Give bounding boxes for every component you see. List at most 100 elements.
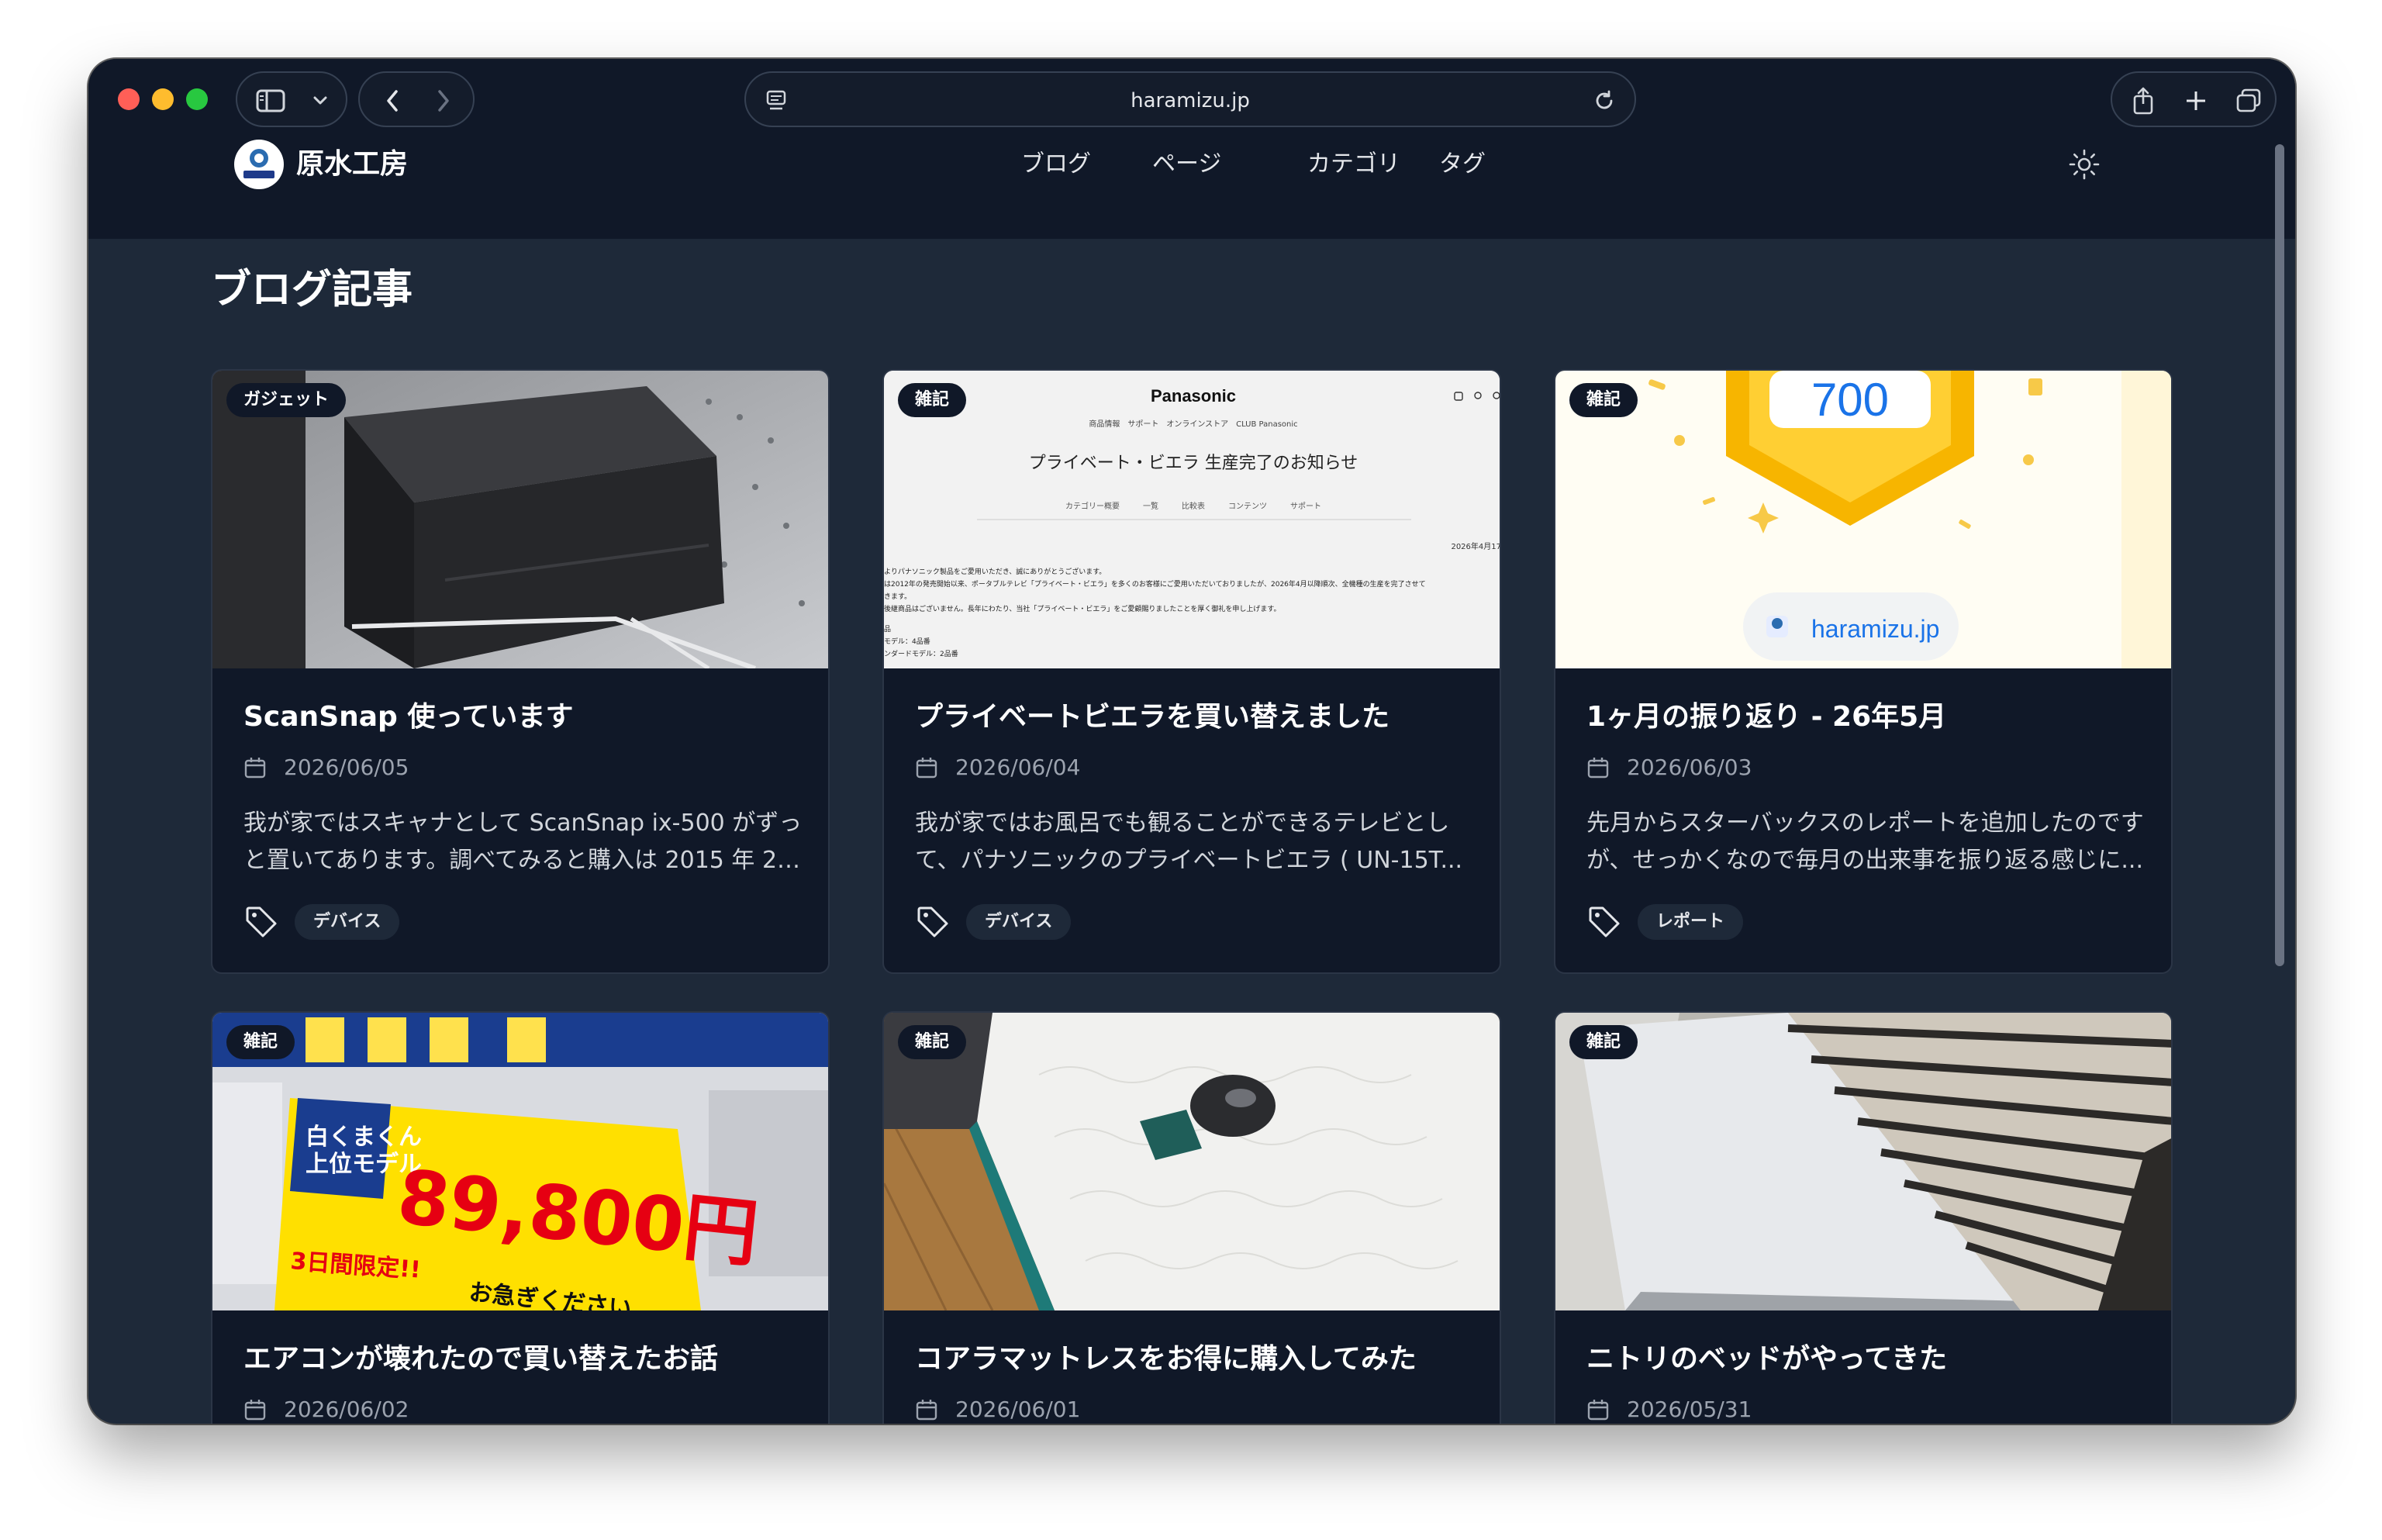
category-badge[interactable]: 雑記 bbox=[226, 1025, 295, 1059]
post-thumbnail[interactable]: Panasonic 商品情報 サポート オンラインストア CLUB Panaso… bbox=[884, 371, 1500, 668]
tag-chip[interactable]: デバイス bbox=[966, 904, 1072, 940]
thumb-heading: プライベート・ビエラ 生産完了のお知らせ bbox=[1029, 454, 1358, 473]
post-date: 2026/06/04 bbox=[955, 754, 1081, 780]
post-card[interactable]: 雑記 ニトリのベッドがやってきた 2026/05/31 bbox=[1554, 1011, 2173, 1424]
excerpt-line: が、せっかくなので毎月の出来事を振り返る感じに... bbox=[1586, 847, 2144, 874]
thumb-body: よりパナソニック製品をご愛用いただき、誠にありがとうございます。 bbox=[884, 567, 1106, 576]
mattress-image bbox=[884, 1013, 1500, 1310]
category-badge[interactable]: 雑記 bbox=[1569, 383, 1638, 417]
post-date-row: 2026/06/02 bbox=[243, 1396, 409, 1424]
post-excerpt: 我が家ではお風呂でも観ることができるテレビとし て、パナソニックのプライベートビ… bbox=[915, 805, 1476, 879]
post-date: 2026/06/05 bbox=[284, 754, 409, 780]
post-tags: デバイス bbox=[915, 903, 1072, 941]
back-icon[interactable] bbox=[368, 73, 417, 129]
thumb-body: きます。 bbox=[884, 592, 911, 601]
post-title[interactable]: 1ヶ月の振り返り - 26年5月 bbox=[1586, 698, 2148, 737]
post-card[interactable]: 白くまくん 上位モデル 89,800円 3日間限定!! お急ぎください 雑記 エ… bbox=[211, 1011, 830, 1424]
thumb-body: モデル：4品番 bbox=[884, 637, 930, 646]
post-date: 2026/06/01 bbox=[955, 1397, 1081, 1422]
post-date-row: 2026/06/03 bbox=[1586, 754, 1752, 782]
chevron-down-icon[interactable] bbox=[301, 73, 340, 129]
excerpt-line: と置いてあります。調べてみると購入は 2015 年 2 ... bbox=[243, 847, 805, 874]
category-badge[interactable]: 雑記 bbox=[1569, 1025, 1638, 1059]
sidebar-toggle-group bbox=[236, 71, 347, 127]
tag-icon bbox=[917, 906, 948, 937]
calendar-icon bbox=[916, 1400, 937, 1421]
zoom-window-button[interactable] bbox=[186, 88, 208, 110]
tab-overview-icon[interactable] bbox=[2224, 73, 2273, 129]
achievement-number: 700 bbox=[1811, 374, 1889, 426]
nav-categories[interactable]: カテゴリ bbox=[1307, 149, 1400, 180]
post-thumbnail[interactable] bbox=[1555, 1013, 2171, 1310]
post-thumbnail[interactable]: 700 haramizu.jp bbox=[1555, 371, 2171, 668]
thumb-body: ンダードモデル：2品番 bbox=[884, 649, 958, 658]
post-card[interactable]: Panasonic 商品情報 サポート オンラインストア CLUB Panaso… bbox=[882, 369, 1501, 974]
url-text: haramizu.jp bbox=[1131, 89, 1250, 112]
post-card[interactable]: ガジェット ScanSnap 使っています 2026/06/05 我が家ではスキ… bbox=[211, 369, 830, 974]
browser-window: haramizu.jp 原水工房 ブログ ページ カテゴリ タグ ブログ記事 ガ… bbox=[88, 59, 2295, 1424]
close-window-button[interactable] bbox=[118, 88, 140, 110]
nav-pages[interactable]: ページ bbox=[1152, 149, 1221, 180]
tag-chip[interactable]: デバイス bbox=[295, 904, 400, 940]
post-title[interactable]: コアラマットレスをお得に購入してみた bbox=[915, 1340, 1476, 1379]
window-actions-group bbox=[2111, 71, 2277, 127]
achievement-image: 700 haramizu.jp bbox=[1555, 371, 2171, 668]
store-sign-image: 白くまくん 上位モデル 89,800円 3日間限定!! お急ぎください bbox=[212, 1013, 828, 1310]
post-date-row: 2026/06/01 bbox=[915, 1396, 1080, 1424]
thumb-site-label: haramizu.jp bbox=[1811, 615, 1939, 643]
post-title[interactable]: エアコンが壊れたので買い替えたお話 bbox=[243, 1340, 805, 1379]
thumb-brand: Panasonic bbox=[1151, 386, 1236, 406]
reload-icon[interactable] bbox=[1585, 73, 1624, 129]
post-date: 2026/06/02 bbox=[284, 1397, 409, 1422]
sign-promo: 白くまくん bbox=[306, 1124, 422, 1151]
tag-icon bbox=[1589, 906, 1620, 937]
category-badge[interactable]: 雑記 bbox=[898, 1025, 967, 1059]
new-tab-icon[interactable] bbox=[2171, 73, 2221, 129]
calendar-icon bbox=[1587, 1400, 1609, 1421]
post-card[interactable]: 700 haramizu.jp 雑記 1ヶ月の振り返り - 26年5月 2026… bbox=[1554, 369, 2173, 974]
post-date-row: 2026/06/05 bbox=[243, 754, 409, 782]
post-title[interactable]: ScanSnap 使っています bbox=[243, 698, 805, 737]
post-excerpt: 先月からスターバックスのレポートを追加したのです が、せっかくなので毎月の出来事… bbox=[1586, 805, 2148, 879]
post-tags: デバイス bbox=[243, 903, 400, 941]
calendar-icon bbox=[1587, 758, 1609, 779]
post-card[interactable]: 雑記 コアラマットレスをお得に購入してみた 2026/06/01 bbox=[882, 1011, 1501, 1424]
page-scrollbar[interactable] bbox=[2275, 144, 2284, 966]
post-thumbnail[interactable]: 白くまくん 上位モデル 89,800円 3日間限定!! お急ぎください bbox=[212, 1013, 828, 1310]
excerpt-line: 我が家ではスキャナとして ScanSnap ix-500 がずっ bbox=[243, 810, 803, 837]
logo-emblem-icon bbox=[243, 149, 274, 178]
post-thumbnail[interactable] bbox=[884, 1013, 1500, 1310]
excerpt-line: 先月からスターバックスのレポートを追加したのです bbox=[1586, 810, 2144, 837]
excerpt-line: 我が家ではお風呂でも観ることができるテレビとし bbox=[915, 810, 1450, 837]
sun-icon[interactable] bbox=[2067, 147, 2101, 181]
page-title: ブログ記事 bbox=[211, 267, 413, 313]
thumb-body: 品 bbox=[884, 625, 891, 634]
browser-toolbar: haramizu.jp bbox=[88, 59, 2295, 141]
category-badge[interactable]: 雑記 bbox=[898, 383, 967, 417]
site-name[interactable]: 原水工房 bbox=[296, 146, 408, 183]
calendar-icon bbox=[244, 1400, 266, 1421]
post-title[interactable]: ニトリのベッドがやってきた bbox=[1586, 1340, 2148, 1379]
thumb-tabs: カテゴリー概要 一覧 比較表 コンテンツ サポート bbox=[1065, 501, 1321, 511]
history-nav-group bbox=[358, 71, 475, 127]
calendar-icon bbox=[916, 758, 937, 779]
minimize-window-button[interactable] bbox=[152, 88, 174, 110]
site-logo[interactable] bbox=[234, 140, 284, 189]
category-badge[interactable]: ガジェット bbox=[226, 383, 347, 417]
post-date-row: 2026/05/31 bbox=[1586, 1396, 1752, 1424]
share-icon[interactable] bbox=[2118, 73, 2168, 129]
calendar-icon bbox=[244, 758, 266, 779]
nav-blog[interactable]: ブログ bbox=[1021, 149, 1091, 180]
sidebar-icon[interactable] bbox=[251, 73, 290, 129]
bed-frame-image bbox=[1555, 1013, 2171, 1310]
forward-icon[interactable] bbox=[419, 73, 468, 129]
thumb-body: 後継商品はございません。長年にわたり、当社「プライベート・ビエラ」をご愛顧賜りま… bbox=[884, 604, 1280, 613]
excerpt-line: て、パナソニックのプライベートビエラ ( UN-15T... bbox=[915, 847, 1463, 874]
thumb-menu: 商品情報 サポート オンラインストア CLUB Panasonic bbox=[1089, 419, 1297, 429]
nav-tags[interactable]: タグ bbox=[1439, 149, 1486, 180]
thumb-body: は2012年の発売開始以来、ポータブルテレビ「プライベート・ビエラ」を多くのお客… bbox=[884, 579, 1426, 589]
address-bar[interactable]: haramizu.jp bbox=[744, 71, 1636, 127]
post-date: 2026/05/31 bbox=[1627, 1397, 1752, 1422]
tag-chip[interactable]: レポート bbox=[1638, 904, 1744, 940]
post-title[interactable]: プライベートビエラを買い替えました bbox=[915, 698, 1476, 737]
